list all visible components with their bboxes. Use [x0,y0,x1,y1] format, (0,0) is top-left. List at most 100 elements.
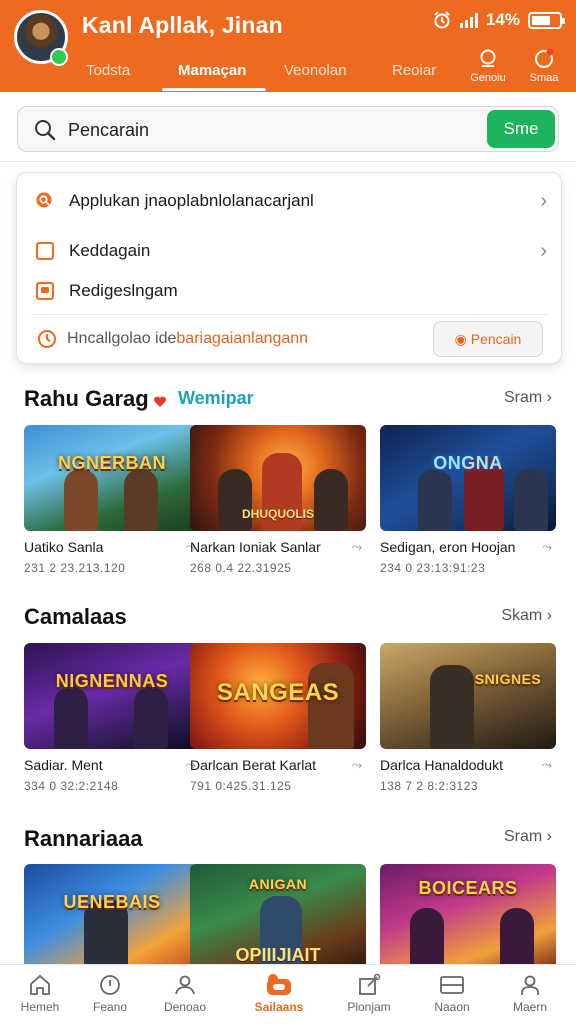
game-card[interactable]: NGNERBAN Uatiko Sanla ⤳ 231 2 23.213.120 [24,425,200,585]
nav-label: Naaon [434,1000,470,1014]
game-thumbnail: ONGNA [380,425,556,531]
game-name: Uatiko Sanla [24,539,104,555]
share-icon[interactable]: ⤳ [542,539,552,555]
search-input[interactable] [68,115,478,145]
header-search-label: Genoiu [470,72,506,84]
thumbnail-subtitle: OPIIIJIAIT [235,945,321,965]
nav-sailaans[interactable]: Sailaans [244,973,314,1014]
checkbox-icon [36,242,54,260]
search-suggestion-button-label: Pencain [470,331,522,347]
status-bar: 14% [432,10,565,30]
header-notification-button[interactable]: Smaa [522,48,566,84]
share-icon[interactable]: ⤳ [352,757,362,773]
active-tab-indicator [162,88,266,91]
list-icon [36,282,54,300]
game-card[interactable]: SNIGNES Darlca Hanaldodukt ⤳ 138 7 2 8:2… [380,643,556,803]
share-icon[interactable]: ⤳ [542,757,552,773]
battery-percent: 14% [485,10,520,29]
thumbnail-title: ANIGAN [248,876,308,892]
game-thumbnail: SNIGNES [380,643,556,749]
tab-mamacan[interactable]: Mamaçan [178,62,246,79]
thumbnail-title: SANGEAS [216,679,340,706]
search-button[interactable]: Sme [487,110,555,148]
game-thumbnail: SANGEAS [190,643,366,749]
game-name: Sadiar. Ment [24,757,103,773]
thumbnail-title: NIGNENNAS [55,671,169,691]
search-box: Sme [17,106,559,152]
game-thumbnail: ANIGAN OPIIIJIAIT [190,864,366,970]
nav-denoao[interactable]: Denoao [150,973,220,1014]
see-all-link[interactable]: Sram › [504,389,552,407]
thumbnail-title: SNIGNES [474,671,542,687]
search-icon [35,120,56,141]
nav-maern[interactable]: Maern [495,973,565,1014]
history-hint-highlight: bariagaianlangann [176,330,309,347]
see-all-label: Skam [501,607,543,624]
battery-level [532,15,551,25]
header-notification-label: Smaa [529,72,559,84]
thumbnail-title: UENEBAIS [63,892,161,912]
notification-icon [535,48,554,68]
suggestion-label: Redigeslngam [69,281,178,300]
thumbnail-subtitle: DHUQUOLIS [242,507,314,521]
game-meta: 234 0 23:13:91:23 [380,561,486,575]
section-title: Rahu Garag [24,386,149,411]
game-thumbnail: BOICEARS [380,864,556,970]
nav-label: Hemeh [20,1000,60,1014]
history-hint-prefix: Hncallgolao ide [67,330,177,347]
search-suggestion-button[interactable]: ◉ Pencain [433,321,543,357]
chevron-right-icon: › [540,240,547,262]
game-controller-icon [267,974,291,995]
game-meta: 268 0.4 22.31925 [190,561,292,575]
profile-icon [175,975,195,995]
nav-label: Denoao [163,1000,207,1014]
nav-naaon[interactable]: Naaon [417,973,487,1014]
nav-feano[interactable]: Feano [75,973,145,1014]
suggestion-item[interactable]: Redigeslngam [17,271,563,311]
header-search-button[interactable]: Genoiu [466,48,510,84]
edit-icon [359,973,381,995]
bottom-nav: Hemeh Feano Denoao Sailaans Plonjam Naao… [0,964,576,1024]
suggestion-label: Keddagain [69,241,151,260]
tab-reoiar[interactable]: Reoiar [392,62,436,79]
search-suggestion-icon [36,192,52,208]
inbox-icon [440,976,464,994]
tab-veonolan[interactable]: Veonolan [284,62,347,79]
game-card[interactable]: DHUQUOLIS Narkan Ioniak Sanlar ⤳ 268 0.4… [190,425,366,585]
game-card[interactable]: NIGNENNAS Sadiar. Ment ⤳ 334 0 32:2:2148 [24,643,200,803]
history-icon [38,330,56,348]
app-title: Kanl Apllak, Jinan [82,12,283,38]
share-icon[interactable]: ⤳ [352,539,362,555]
app-screen: Kanl Apllak, Jinan 14% Todsta Mamaçan Ve… [0,0,576,1024]
see-all-link[interactable]: Skam › [501,607,552,625]
game-meta: 138 7 2 8:2:3123 [380,779,479,793]
home-icon [30,974,50,995]
search-icon [480,49,496,67]
battery-icon [528,11,565,29]
tab-todsta[interactable]: Todsta [86,62,130,79]
game-meta: 334 0 32:2:2148 [24,779,119,793]
signal-icon [459,12,478,28]
section-tag[interactable]: Wemipar [178,388,254,409]
see-all-label: Sram [503,389,543,406]
chevron-right-icon: › [540,190,547,212]
game-card[interactable]: SANGEAS Darlcan Berat Karlat ⤳ 791 0:425… [190,643,366,803]
game-card[interactable]: ONGNA Sedigan, eron Hoojan ⤳ 234 0 23:13… [380,425,556,585]
divider [31,314,549,315]
alarm-icon [434,11,450,29]
search-area: Sme [0,92,576,162]
nav-label: Maern [512,1000,547,1014]
thumbnail-title: NGNERBAN [57,453,166,473]
compass-icon [100,975,120,995]
nav-home[interactable]: Hemeh [5,973,75,1014]
suggestion-item[interactable]: Applukan jnaoplabnlolanacarjanl › [17,181,563,221]
suggestion-item[interactable]: Keddagain › [17,231,563,271]
game-thumbnail: DHUQUOLIS [190,425,366,531]
user-icon [521,975,539,995]
flame-icon: ◉ [454,331,471,347]
game-name: Narkan Ioniak Sanlar [190,539,321,555]
see-all-link[interactable]: Sram › [504,828,552,846]
game-thumbnail: UENEBAIS [24,864,200,970]
heart-icon [153,396,167,407]
nav-plonjam[interactable]: Plonjam [334,973,404,1014]
